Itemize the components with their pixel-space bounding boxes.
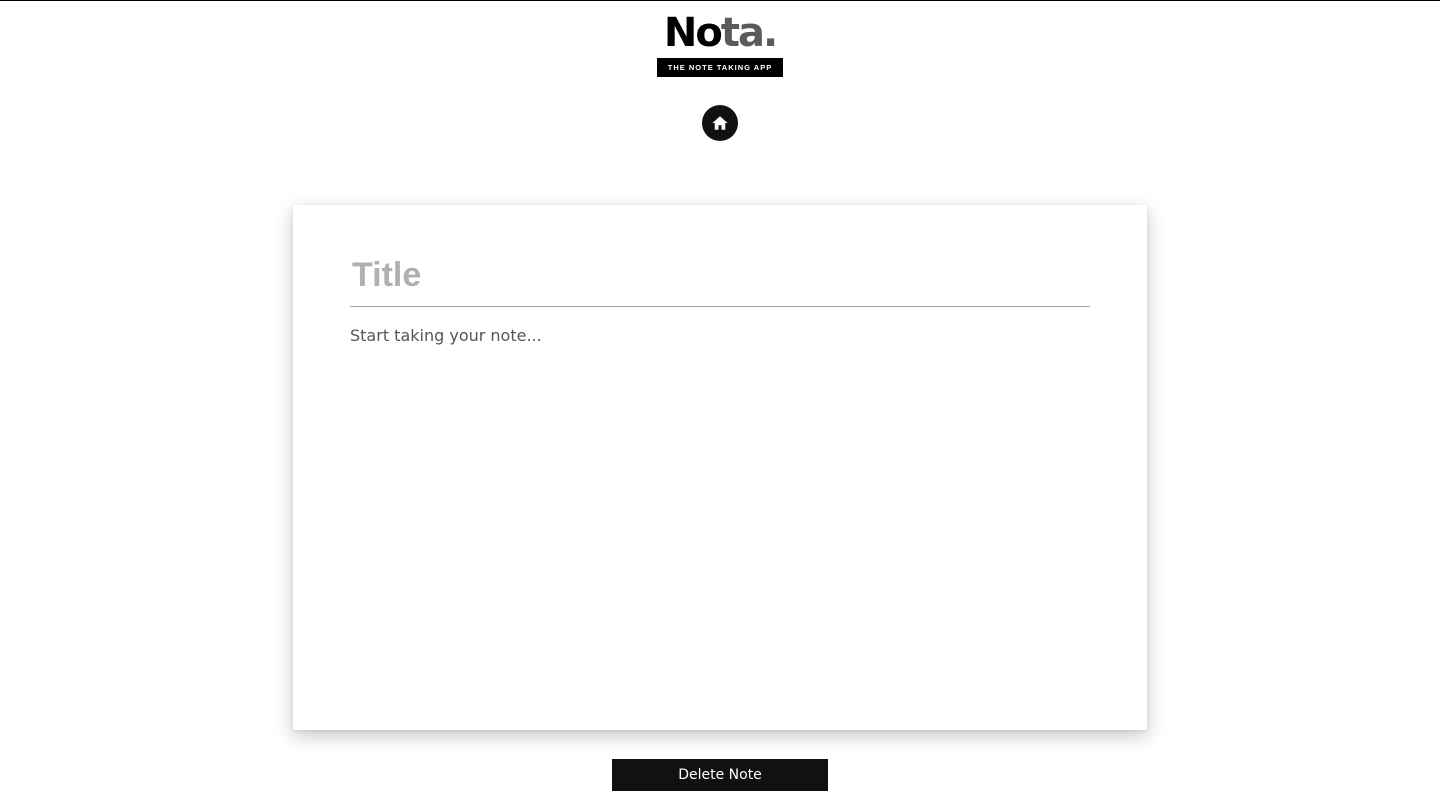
logo-wordmark-gray: ta. [720, 10, 778, 56]
home-icon [712, 116, 728, 130]
note-title-input[interactable] [350, 245, 1090, 307]
logo-wordmark: Nota. [657, 9, 783, 57]
app-logo: Nota. THE NOTE TAKING APP [657, 9, 783, 77]
logo-tagline: THE NOTE TAKING APP [657, 58, 783, 77]
note-card [293, 205, 1147, 730]
delete-note-button[interactable]: Delete Note [612, 759, 828, 791]
page: Nota. THE NOTE TAKING APP Delete Note [0, 0, 1440, 799]
home-button[interactable] [702, 105, 738, 141]
logo-wordmark-dark: No [663, 10, 723, 56]
note-body-input[interactable] [350, 325, 1090, 705]
